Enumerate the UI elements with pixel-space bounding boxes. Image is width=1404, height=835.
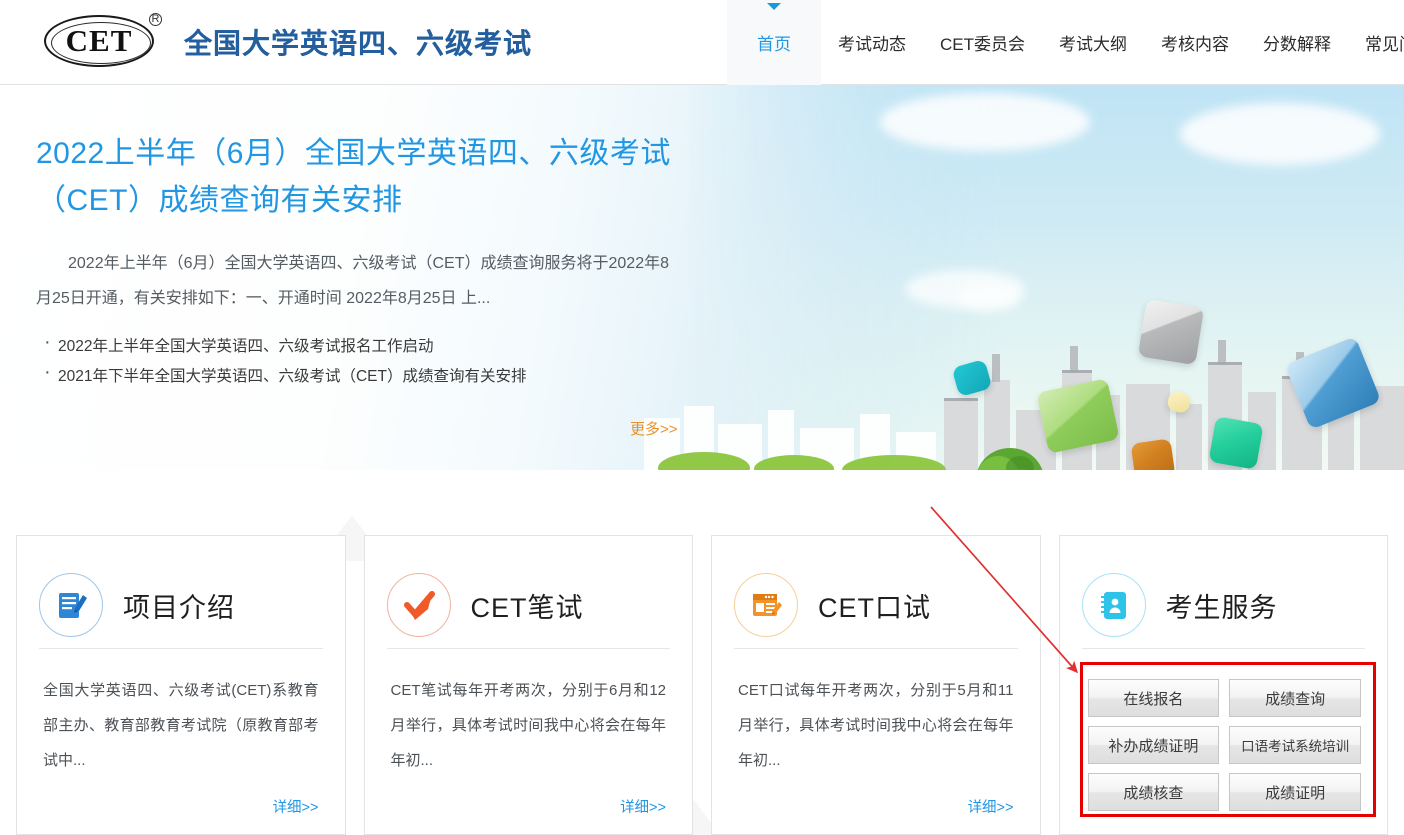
floating-cube-orange xyxy=(1131,438,1176,470)
banner-more-link[interactable]: 更多>> xyxy=(630,418,678,439)
service-button-score-query[interactable]: 成绩查询 xyxy=(1229,679,1361,717)
card-cet-oral[interactable]: CET口试 CET口试每年开考两次，分别于5月和11月举行，具体考试时间我中心将… xyxy=(711,535,1041,835)
site-header: CET R 全国大学英语四、六级考试 首页 考试动态 CET委员会 考试大纲 考… xyxy=(0,0,1404,85)
nav-item-label: 考试动态 xyxy=(838,30,906,55)
card-body: CET笔试每年开考两次，分别于6月和12月举行，具体考试时间我中心将会在每年年初… xyxy=(365,649,693,817)
nav-item-syllabus[interactable]: 考试大纲 xyxy=(1042,0,1144,85)
cet-oval-logo: CET R xyxy=(44,13,162,71)
nav-item-home[interactable]: 首页 xyxy=(727,0,821,85)
check-mark-icon xyxy=(387,573,451,637)
card-text: CET口试每年开考两次，分别于5月和11月举行，具体考试时间我中心将会在每年年初… xyxy=(738,673,1014,778)
cloud-decoration xyxy=(880,93,1090,151)
contact-book-icon xyxy=(1082,573,1146,637)
logo-mark-text: CET xyxy=(66,23,133,59)
card-header: CET口试 xyxy=(712,536,1040,648)
card-candidate-services[interactable]: 考生服务 在线报名 成绩查询 补办成绩证明 口语考试系统培训 成绩核查 成绩证明 xyxy=(1059,535,1389,835)
nav-item-label: 首页 xyxy=(757,30,791,55)
service-buttons-grid: 在线报名 成绩查询 补办成绩证明 口语考试系统培训 成绩核查 成绩证明 xyxy=(1082,671,1368,811)
card-header: 项目介绍 xyxy=(17,536,345,648)
floating-cube-chart xyxy=(1208,416,1263,470)
card-header: 考生服务 xyxy=(1060,536,1388,648)
page-root: CET R 全国大学英语四、六级考试 首页 考试动态 CET委员会 考试大纲 考… xyxy=(0,0,1404,835)
card-body: CET口试每年开考两次，分别于5月和11月举行，具体考试时间我中心将会在每年年初… xyxy=(712,649,1040,817)
nav-item-assessment-content[interactable]: 考核内容 xyxy=(1144,0,1246,85)
card-title: 考生服务 xyxy=(1166,586,1278,625)
cloud-decoration xyxy=(960,285,1020,311)
nav-item-exam-news[interactable]: 考试动态 xyxy=(821,0,923,85)
main-navigation: 首页 考试动态 CET委员会 考试大纲 考核内容 分数解释 常见问题 xyxy=(727,0,1404,85)
service-buttons-area: 在线报名 成绩查询 补办成绩证明 口语考试系统培训 成绩核查 成绩证明 xyxy=(1060,649,1388,811)
card-title: 项目介绍 xyxy=(123,586,235,625)
banner-description: 2022年上半年（6月）全国大学英语四、六级考试（CET）成绩查询服务将于202… xyxy=(36,246,676,316)
card-title: CET笔试 xyxy=(471,586,584,625)
nav-item-cet-committee[interactable]: CET委员会 xyxy=(923,0,1042,85)
banner-content: 2022上半年（6月）全国大学英语四、六级考试（CET）成绩查询有关安排 202… xyxy=(0,85,760,392)
card-detail-link[interactable]: 详细>> xyxy=(43,796,319,817)
service-button-score-certificate[interactable]: 成绩证明 xyxy=(1229,773,1361,811)
service-button-score-verification[interactable]: 成绩核查 xyxy=(1088,773,1220,811)
floating-cube-piano xyxy=(1138,299,1204,365)
list-item[interactable]: 2022年上半年全国大学英语四、六级考试报名工作启动 xyxy=(36,332,760,362)
card-detail-link[interactable]: 详细>> xyxy=(391,796,667,817)
logo-oval-outer: CET xyxy=(44,15,154,67)
nav-item-score-explanation[interactable]: 分数解释 xyxy=(1246,0,1348,85)
hero-banner: 2022上半年（6月）全国大学英语四、六级考试（CET）成绩查询有关安排 202… xyxy=(0,85,1404,470)
service-button-reissue-certificate[interactable]: 补办成绩证明 xyxy=(1088,726,1220,764)
list-item[interactable]: 2021年下半年全国大学英语四、六级考试（CET）成绩查询有关安排 xyxy=(36,362,760,392)
card-cet-written[interactable]: CET笔试 CET笔试每年开考两次，分别于6月和12月举行，具体考试时间我中心将… xyxy=(364,535,694,835)
nav-item-label: 考核内容 xyxy=(1161,30,1229,55)
banner-title[interactable]: 2022上半年（6月）全国大学英语四、六级考试（CET）成绩查询有关安排 xyxy=(36,130,676,224)
card-body: 全国大学英语四、六级考试(CET)系教育部主办、教育部教育考试院（原教育部考试中… xyxy=(17,649,345,817)
nav-item-label: CET委员会 xyxy=(940,30,1025,55)
nav-item-label: 常见问题 xyxy=(1365,30,1404,55)
site-title: 全国大学英语四、六级考试 xyxy=(184,22,532,62)
card-text: 全国大学英语四、六级考试(CET)系教育部主办、教育部教育考试院（原教育部考试中… xyxy=(43,673,319,778)
nav-item-label: 分数解释 xyxy=(1263,30,1331,55)
nav-item-label: 考试大纲 xyxy=(1059,30,1127,55)
registered-trademark-icon: R xyxy=(149,13,162,26)
card-title: CET口试 xyxy=(818,586,931,625)
cloud-decoration xyxy=(1180,103,1380,165)
chevron-down-icon xyxy=(767,3,781,10)
site-logo[interactable]: CET R 全国大学英语四、六级考试 xyxy=(0,13,532,71)
card-project-intro[interactable]: 项目介绍 全国大学英语四、六级考试(CET)系教育部主办、教育部教育考试院（原教… xyxy=(16,535,346,835)
cards-row: 项目介绍 全国大学英语四、六级考试(CET)系教育部主办、教育部教育考试院（原教… xyxy=(16,535,1388,835)
service-button-online-registration[interactable]: 在线报名 xyxy=(1088,679,1220,717)
card-text: CET笔试每年开考两次，分别于6月和12月举行，具体考试时间我中心将会在每年年初… xyxy=(391,673,667,778)
services-section: 项目介绍 全国大学英语四、六级考试(CET)系教育部主办、教育部教育考试院（原教… xyxy=(0,470,1404,835)
document-pencil-icon xyxy=(39,573,103,637)
banner-news-list: 2022年上半年全国大学英语四、六级考试报名工作启动 2021年下半年全国大学英… xyxy=(36,332,760,392)
nav-item-faq[interactable]: 常见问题 xyxy=(1348,0,1404,85)
tree-illustration xyxy=(968,440,1052,470)
card-header: CET笔试 xyxy=(365,536,693,648)
form-pencil-icon xyxy=(734,573,798,637)
service-button-oral-exam-training[interactable]: 口语考试系统培训 xyxy=(1229,726,1361,764)
card-detail-link[interactable]: 详细>> xyxy=(738,796,1014,817)
